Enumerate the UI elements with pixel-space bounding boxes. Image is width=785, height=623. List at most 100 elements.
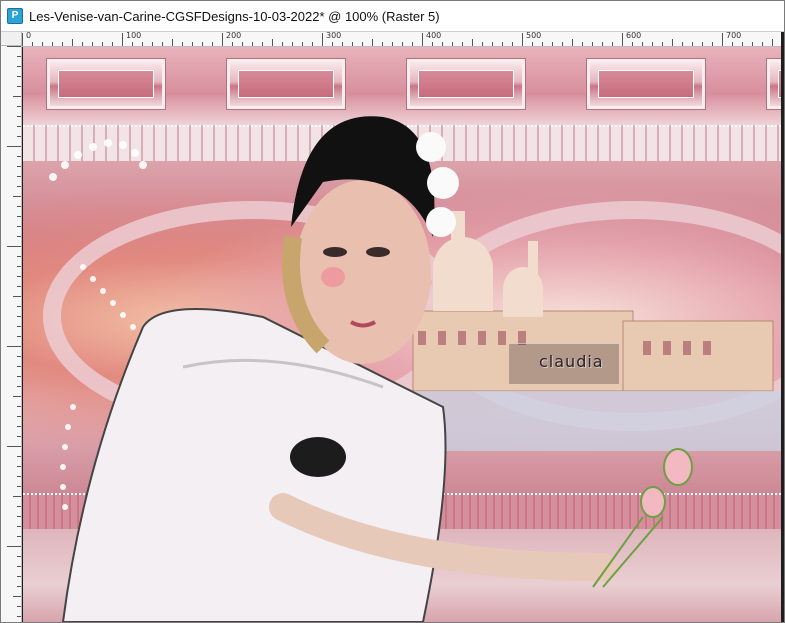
pierrot-woman-figure <box>49 116 693 622</box>
ruler-tick <box>17 606 21 607</box>
window-title: Les-Venise-van-Carine-CGSFDesigns-10-03-… <box>29 8 440 24</box>
ruler-label: 600 <box>626 32 642 40</box>
ruler-tick <box>22 33 23 46</box>
ruler-tick <box>17 306 21 307</box>
ruler-tick <box>52 42 53 46</box>
ruler-tick <box>362 42 363 46</box>
ruler-tick <box>17 506 21 507</box>
ruler-tick <box>17 466 21 467</box>
ruler-tick <box>17 86 21 87</box>
ruler-tick <box>13 96 21 97</box>
ruler-tick <box>17 236 21 237</box>
ruler-tick <box>612 42 613 46</box>
ruler-tick <box>412 42 413 46</box>
ruler-tick <box>17 426 21 427</box>
ruler-label: 400 <box>426 32 442 40</box>
ruler-tick <box>342 42 343 46</box>
ruler-tick <box>752 42 753 46</box>
ruler-tick <box>432 42 433 46</box>
ruler-tick <box>17 156 21 157</box>
ruler-tick <box>13 196 21 197</box>
ruler-tick <box>452 42 453 46</box>
ruler-tick <box>262 42 263 46</box>
ruler-tick <box>762 42 763 46</box>
ruler-tick <box>642 42 643 46</box>
ruler-tick <box>17 226 21 227</box>
ruler-tick <box>17 106 21 107</box>
watermark-text: claudia <box>539 352 604 371</box>
ruler-tick <box>17 406 21 407</box>
ruler-tick <box>13 496 21 497</box>
ruler-tick <box>142 42 143 46</box>
ruler-tick <box>7 446 21 447</box>
ruler-tick <box>682 42 683 46</box>
ruler-tick <box>472 39 473 46</box>
ruler-tick <box>372 39 373 46</box>
ruler-tick <box>712 42 713 46</box>
ruler-tick <box>742 42 743 46</box>
title-bar[interactable]: P Les-Venise-van-Carine-CGSFDesigns-10-0… <box>1 1 784 32</box>
ruler-tick <box>17 476 21 477</box>
ruler-tick <box>492 42 493 46</box>
ruler-tick <box>462 42 463 46</box>
ruler-label: 700 <box>726 32 742 40</box>
ruler-tick <box>282 42 283 46</box>
ruler-tick <box>17 176 21 177</box>
ruler-tick <box>7 46 21 47</box>
ruler-tick <box>7 246 21 247</box>
ruler-tick <box>17 456 21 457</box>
ruler-tick <box>17 266 21 267</box>
horizontal-ruler[interactable]: 0 100 200 300 400 500 600 700 <box>22 32 781 47</box>
ruler-tick <box>13 396 21 397</box>
ruler-tick <box>17 376 21 377</box>
ruler-tick <box>672 39 673 46</box>
ruler-tick <box>652 42 653 46</box>
ruler-tick <box>152 42 153 46</box>
ruler-tick <box>7 346 21 347</box>
ruler-tick <box>212 42 213 46</box>
ruler-tick <box>17 136 21 137</box>
image-canvas[interactable]: claudia <box>23 47 781 622</box>
ruler-tick <box>17 216 21 217</box>
ruler-tick <box>632 42 633 46</box>
vertical-ruler[interactable] <box>1 46 22 622</box>
ruler-tick <box>7 546 21 547</box>
ruler-tick <box>582 42 583 46</box>
ruler-tick <box>17 336 21 337</box>
ruler-label: 0 <box>26 32 32 40</box>
ruler-tick <box>32 42 33 46</box>
ruler-tick <box>162 42 163 46</box>
ruler-tick <box>17 56 21 57</box>
ruler-tick <box>17 186 21 187</box>
ruler-label: 500 <box>526 32 542 40</box>
ruler-tick <box>232 42 233 46</box>
ruler-tick <box>132 42 133 46</box>
ruler-tick <box>17 486 21 487</box>
ruler-tick <box>17 616 21 617</box>
ruler-tick <box>17 366 21 367</box>
ruler-tick <box>17 286 21 287</box>
ruler-tick <box>692 42 693 46</box>
psp-document-icon: P <box>7 8 23 24</box>
ruler-tick <box>17 206 21 207</box>
ruler-tick <box>722 33 723 46</box>
ruler-tick <box>702 42 703 46</box>
ruler-tick <box>72 39 73 46</box>
ruler-tick <box>17 356 21 357</box>
ruler-tick <box>302 42 303 46</box>
ruler-tick <box>382 42 383 46</box>
ruler-tick <box>17 436 21 437</box>
ruler-tick <box>562 42 563 46</box>
ruler-tick <box>17 126 21 127</box>
ruler-tick <box>732 42 733 46</box>
ruler-tick <box>17 116 21 117</box>
ruler-tick <box>422 33 423 46</box>
ruler-tick <box>312 42 313 46</box>
ruler-tick <box>532 42 533 46</box>
ruler-tick <box>442 42 443 46</box>
ruler-tick <box>542 42 543 46</box>
ruler-tick <box>122 33 123 46</box>
ruler-tick <box>17 76 21 77</box>
ruler-tick <box>522 33 523 46</box>
ruler-tick <box>512 42 513 46</box>
